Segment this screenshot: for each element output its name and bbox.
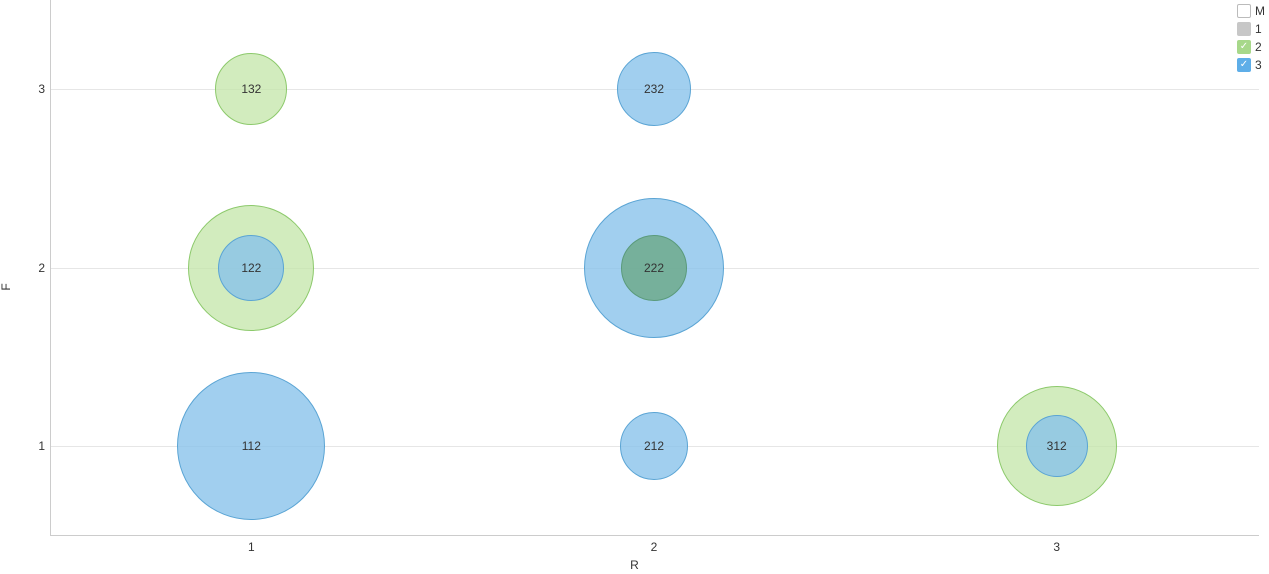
y-tick: 3 [5, 82, 45, 96]
bubble[interactable] [617, 52, 691, 126]
x-axis-label: R [630, 558, 639, 572]
legend-item-label: 3 [1255, 58, 1265, 72]
bubble[interactable] [215, 53, 287, 125]
bubble[interactable] [218, 235, 284, 301]
checked-square-icon [1237, 40, 1251, 54]
bubble[interactable] [620, 412, 688, 480]
bubble-chart: F R M 1 2 3 123123132122112232222212312 [0, 0, 1269, 574]
legend-item-1[interactable]: 1 [1237, 20, 1265, 38]
x-tick: 3 [1053, 540, 1060, 554]
bubble[interactable] [621, 235, 687, 301]
x-tick: 1 [248, 540, 255, 554]
legend-item-label: 1 [1255, 22, 1265, 36]
legend-title: M [1255, 4, 1265, 18]
square-icon [1237, 4, 1251, 18]
legend-title-row: M [1237, 2, 1265, 20]
legend-item-label: 2 [1255, 40, 1265, 54]
legend: M 1 2 3 [1237, 2, 1265, 74]
legend-item-3[interactable]: 3 [1237, 56, 1265, 74]
bubble[interactable] [1026, 415, 1088, 477]
y-axis-label: F [0, 283, 13, 290]
checked-square-icon [1237, 58, 1251, 72]
bubble[interactable] [177, 372, 325, 520]
x-tick: 2 [651, 540, 658, 554]
y-tick: 1 [5, 439, 45, 453]
square-icon [1237, 22, 1251, 36]
y-tick: 2 [5, 261, 45, 275]
legend-item-2[interactable]: 2 [1237, 38, 1265, 56]
